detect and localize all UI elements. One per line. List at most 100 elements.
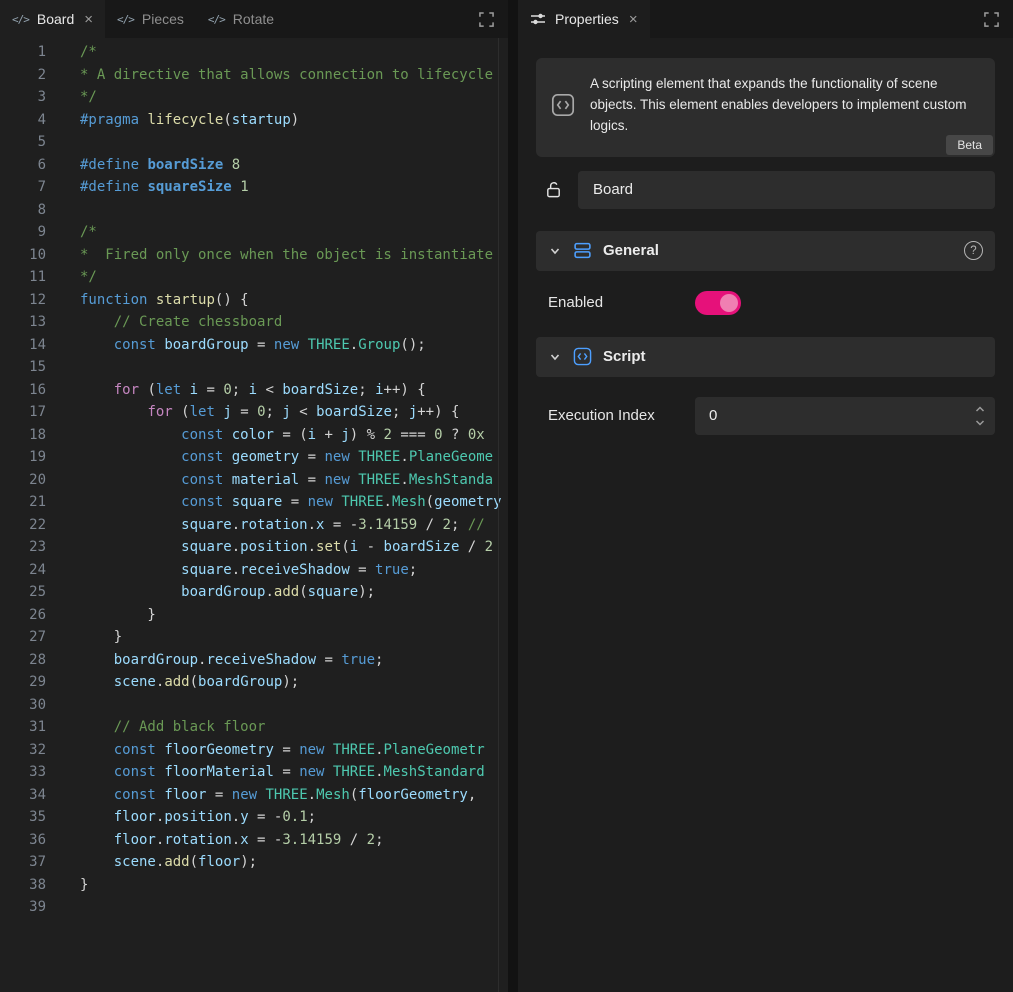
line-number: 37	[0, 851, 46, 874]
line-number: 19	[0, 446, 46, 469]
code-line[interactable]: 30	[0, 694, 508, 717]
line-number: 3	[0, 86, 46, 109]
help-icon[interactable]: ?	[964, 241, 983, 260]
beta-badge: Beta	[946, 135, 993, 155]
code-line[interactable]: 32 const floorGeometry = new THREE.Plane…	[0, 739, 508, 762]
code-line[interactable]: 15	[0, 356, 508, 379]
code-line[interactable]: 39	[0, 896, 508, 919]
close-icon[interactable]: ×	[84, 12, 93, 27]
tab-board[interactable]: </> Board ×	[0, 0, 105, 38]
code-line[interactable]: 9/*	[0, 221, 508, 244]
code-line[interactable]: 3*/	[0, 86, 508, 109]
line-number: 5	[0, 131, 46, 154]
code-line[interactable]: 21 const square = new THREE.Mesh(geometr…	[0, 491, 508, 514]
tab-properties-label: Properties	[555, 11, 619, 27]
enabled-label: Enabled	[548, 294, 695, 311]
number-spinners	[970, 397, 990, 435]
line-number: 22	[0, 514, 46, 537]
code-line[interactable]: 38}	[0, 874, 508, 897]
editor-tabbar: </> Board × </> Pieces </> Rotate	[0, 0, 508, 38]
code-line[interactable]: 5	[0, 131, 508, 154]
chevron-down-icon[interactable]	[548, 244, 562, 258]
execution-index-field	[695, 397, 995, 435]
code-line[interactable]: 13 // Create chessboard	[0, 311, 508, 334]
toggle-knob	[720, 294, 738, 312]
expand-panel-icon[interactable]	[970, 0, 1013, 38]
code-line[interactable]: 17 for (let j = 0; j < boardSize; j++) {	[0, 401, 508, 424]
code-line[interactable]: 34 const floor = new THREE.Mesh(floorGeo…	[0, 784, 508, 807]
line-number: 23	[0, 536, 46, 559]
code-line[interactable]: 1/*	[0, 41, 508, 64]
script-section-label: Script	[603, 348, 646, 365]
close-icon[interactable]: ×	[629, 12, 638, 27]
code-line[interactable]: 19 const geometry = new THREE.PlaneGeome	[0, 446, 508, 469]
code-line[interactable]: 6#define boardSize 8	[0, 154, 508, 177]
tab-properties[interactable]: Properties ×	[518, 0, 650, 38]
spinner-up-icon[interactable]	[975, 404, 985, 415]
code-line[interactable]: 12function startup() {	[0, 289, 508, 312]
code-line[interactable]: 31 // Add black floor	[0, 716, 508, 739]
panel-divider[interactable]	[508, 0, 518, 992]
line-number: 1	[0, 41, 46, 64]
description-card: A scripting element that expands the fun…	[536, 58, 995, 157]
code-editor[interactable]: 1/*2* A directive that allows connection…	[0, 38, 508, 992]
object-name-input[interactable]	[578, 171, 995, 209]
code-line[interactable]: 37 scene.add(floor);	[0, 851, 508, 874]
line-number: 12	[0, 289, 46, 312]
app-root: </> Board × </> Pieces </> Rotate 1/*2* …	[0, 0, 1013, 992]
code-line[interactable]: 36 floor.rotation.x = -3.14159 / 2;	[0, 829, 508, 852]
code-line[interactable]: 4#pragma lifecycle(startup)	[0, 109, 508, 132]
code-icon: </>	[208, 13, 225, 26]
line-number: 2	[0, 64, 46, 87]
line-number: 30	[0, 694, 46, 717]
code-line[interactable]: 35 floor.position.y = -0.1;	[0, 806, 508, 829]
code-line[interactable]: 24 square.receiveShadow = true;	[0, 559, 508, 582]
code-line[interactable]: 22 square.rotation.x = -3.14159 / 2; //	[0, 514, 508, 537]
tab-rotate[interactable]: </> Rotate	[196, 0, 286, 38]
execution-index-input[interactable]	[695, 397, 995, 435]
code-line[interactable]: 29 scene.add(boardGroup);	[0, 671, 508, 694]
spinner-down-icon[interactable]	[975, 417, 985, 428]
section-script[interactable]: Script	[536, 337, 995, 377]
line-number: 21	[0, 491, 46, 514]
execution-index-row: Execution Index	[536, 397, 995, 435]
line-number: 14	[0, 334, 46, 357]
line-number: 11	[0, 266, 46, 289]
expand-panel-icon[interactable]	[465, 0, 508, 38]
sliders-icon	[530, 11, 546, 27]
section-general[interactable]: General ?	[536, 231, 995, 271]
line-number: 27	[0, 626, 46, 649]
enabled-toggle[interactable]	[695, 291, 741, 315]
enabled-row: Enabled	[536, 291, 995, 315]
line-number: 33	[0, 761, 46, 784]
properties-panel: Properties × A scripti	[518, 0, 1013, 992]
code-line[interactable]: 27 }	[0, 626, 508, 649]
general-section-icon	[573, 241, 592, 260]
line-number: 28	[0, 649, 46, 672]
code-line[interactable]: 7#define squareSize 1	[0, 176, 508, 199]
line-number: 9	[0, 221, 46, 244]
code-line[interactable]: 23 square.position.set(i - boardSize / 2	[0, 536, 508, 559]
properties-tabbar: Properties ×	[518, 0, 1013, 38]
code-line[interactable]: 14 const boardGroup = new THREE.Group();	[0, 334, 508, 357]
tab-pieces[interactable]: </> Pieces	[105, 0, 196, 38]
code-line[interactable]: 8	[0, 199, 508, 222]
code-line[interactable]: 2* A directive that allows connection to…	[0, 64, 508, 87]
line-number: 26	[0, 604, 46, 627]
code-line[interactable]: 18 const color = (i + j) % 2 === 0 ? 0x	[0, 424, 508, 447]
code-line[interactable]: 16 for (let i = 0; i < boardSize; i++) {	[0, 379, 508, 402]
code-line[interactable]: 11*/	[0, 266, 508, 289]
code-line[interactable]: 26 }	[0, 604, 508, 627]
code-line[interactable]: 10* Fired only once when the object is i…	[0, 244, 508, 267]
code-line[interactable]: 25 boardGroup.add(square);	[0, 581, 508, 604]
code-line[interactable]: 28 boardGroup.receiveShadow = true;	[0, 649, 508, 672]
unlock-icon[interactable]	[544, 180, 563, 199]
general-section-label: General	[603, 242, 659, 259]
code-line[interactable]: 33 const floorMaterial = new THREE.MeshS…	[0, 761, 508, 784]
line-number: 8	[0, 199, 46, 222]
chevron-down-icon[interactable]	[548, 350, 562, 364]
code-editor-panel: </> Board × </> Pieces </> Rotate 1/*2* …	[0, 0, 508, 992]
line-number: 36	[0, 829, 46, 852]
tabbar-spacer	[650, 0, 970, 38]
code-line[interactable]: 20 const material = new THREE.MeshStanda	[0, 469, 508, 492]
